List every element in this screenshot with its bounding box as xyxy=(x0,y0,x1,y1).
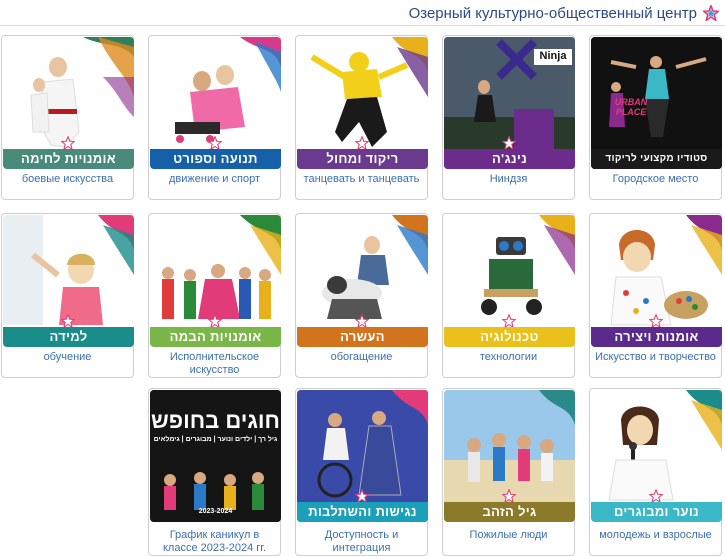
card-golden-age[interactable]: גיל הזהב Пожилые люди xyxy=(442,388,575,556)
card-movement-sport[interactable]: תנועה וספורט движение и спорт xyxy=(148,35,281,200)
card-photo: אומנויות הבמה xyxy=(150,215,281,347)
poster-title: חוגים בחופש xyxy=(151,408,280,433)
card-banner: גיל הזהב xyxy=(444,502,575,522)
card-photo: חוגים בחופש גיל רך | ילדים ונוער | מבוגר… xyxy=(150,390,281,522)
card-photo: ריקוד ומחול xyxy=(297,37,428,169)
card-banner: סטודיו מקצועי לריקוד xyxy=(591,149,722,169)
card-banner: תנועה וספורט xyxy=(150,149,281,169)
card-caption[interactable]: Исполнительское искусство xyxy=(151,351,278,377)
card-photo: Ninja נינג'ה xyxy=(444,37,575,169)
card-technology[interactable]: טכנולוגיה технологии xyxy=(442,213,575,378)
card-accessibility[interactable]: נגישות והשתלבות Доступность и интеграция xyxy=(295,388,428,556)
card-caption[interactable]: Пожилые люди xyxy=(445,529,572,542)
card-photo: למידה xyxy=(3,215,134,347)
card-caption[interactable]: Ниндзя xyxy=(445,173,572,186)
star-icon xyxy=(208,314,222,328)
card-banner: אומנויות הבמה xyxy=(150,327,281,347)
card-banner: אומנות ויצירה xyxy=(591,327,722,347)
card-urban-place[interactable]: URBAN PLACE סטודיו מקצועי לריקוד Городск… xyxy=(589,35,722,200)
card-photo: תנועה וספורט xyxy=(150,37,281,169)
card-caption[interactable]: танцевать и танцевать xyxy=(298,173,425,186)
poster-year: 2023-2024 xyxy=(198,508,233,515)
card-photo: נגישות והשתלבות xyxy=(297,390,428,522)
card-banner: טכנולוגיה xyxy=(444,327,575,347)
star-icon xyxy=(502,489,516,503)
card-holiday-schedule[interactable]: חוגים בחופש גיל רך | ילדים ונוער | מבוגר… xyxy=(148,388,281,556)
card-ninja[interactable]: Ninja נינג'ה Ниндзя xyxy=(442,35,575,200)
card-performing-arts[interactable]: אומנויות הבמה Исполнительское искусство xyxy=(148,213,281,378)
star-icon xyxy=(61,136,75,150)
card-caption[interactable]: График каникул в классе 2023-2024 гг. xyxy=(151,529,278,555)
star-icon xyxy=(355,314,369,328)
card-arts-creativity[interactable]: אומנות ויצירה Искусство и творчество xyxy=(589,213,722,378)
card-photo: אומנויות לחימה xyxy=(3,37,134,169)
card-photo: אומנות ויצירה xyxy=(591,215,722,347)
card-caption[interactable]: Искусство и творчество xyxy=(592,351,719,364)
card-caption[interactable]: Городское место xyxy=(592,173,719,186)
star-icon xyxy=(649,314,663,328)
card-martial-arts[interactable]: אומנויות לחימה боевые искусства xyxy=(1,35,134,200)
card-caption[interactable]: боевые искусства xyxy=(4,173,131,186)
card-banner: נוער ומבוגרים xyxy=(591,502,722,522)
card-dance[interactable]: ריקוד ומחול танцевать и танцевать xyxy=(295,35,428,200)
card-learning[interactable]: למידה обучение xyxy=(1,213,134,378)
card-photo: URBAN PLACE סטודיו מקצועי לריקוד xyxy=(591,37,722,169)
card-enrichment[interactable]: העשרה обогащение xyxy=(295,213,428,378)
urban-place-logo-text: URBAN PLACE xyxy=(614,97,648,117)
card-banner: נינג'ה xyxy=(444,149,575,169)
star-icon xyxy=(355,489,369,503)
card-youth-adults[interactable]: נוער ומבוגרים молодежь и взрослые xyxy=(589,388,722,556)
card-photo: טכנולוגיה xyxy=(444,215,575,347)
card-banner: נגישות והשתלבות xyxy=(297,502,428,522)
card-banner: למידה xyxy=(3,327,134,347)
card-caption[interactable]: обогащение xyxy=(298,351,425,364)
card-banner: ריקוד ומחול xyxy=(297,149,428,169)
card-photo: העשרה xyxy=(297,215,428,347)
page-header: Озерный культурно-общественный центр xyxy=(0,0,725,26)
star-icon xyxy=(502,136,516,150)
star-icon xyxy=(208,136,222,150)
card-photo: נוער ומבוגרים xyxy=(591,390,722,522)
card-caption[interactable]: движение и спорт xyxy=(151,173,278,186)
card-caption[interactable]: технологии xyxy=(445,351,572,364)
card-banner: העשרה xyxy=(297,327,428,347)
star-logo-icon xyxy=(703,5,719,21)
card-caption[interactable]: обучение xyxy=(4,351,131,364)
card-banner: אומנויות לחימה xyxy=(3,149,134,169)
page-title: Озерный культурно-общественный центр xyxy=(408,5,697,22)
ninja-logo-text: Ninja xyxy=(539,50,567,62)
card-caption[interactable]: молодежь и взрослые xyxy=(592,529,719,542)
star-icon xyxy=(61,314,75,328)
poster-subtitle: גיל רך | ילדים ונוער | מבוגרים | גימלאים xyxy=(153,436,278,443)
star-icon xyxy=(502,314,516,328)
star-icon xyxy=(649,489,663,503)
card-caption[interactable]: Доступность и интеграция xyxy=(298,529,425,555)
star-icon xyxy=(355,136,369,150)
card-photo: גיל הזהב xyxy=(444,390,575,522)
